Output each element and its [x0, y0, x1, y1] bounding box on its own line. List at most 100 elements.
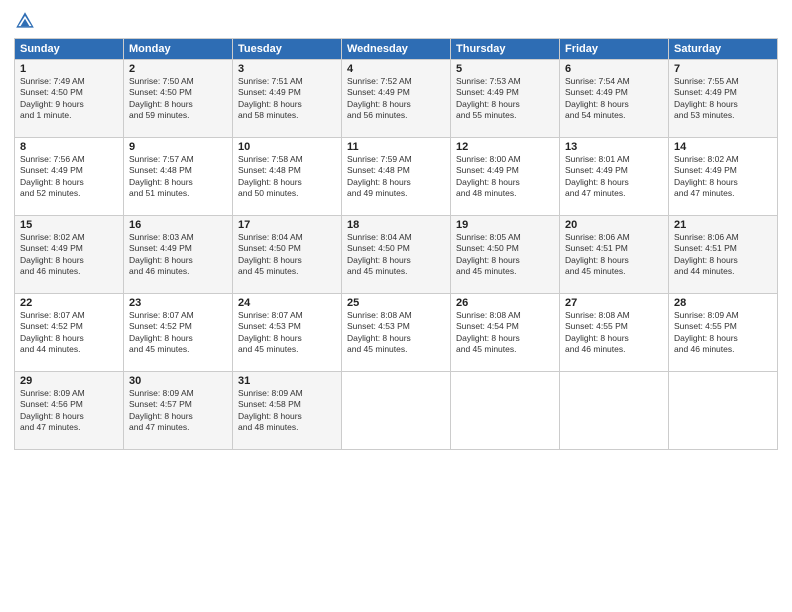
day-info: Sunrise: 8:06 AM Sunset: 4:51 PM Dayligh… [565, 232, 663, 278]
day-number: 14 [674, 141, 772, 153]
day-cell: 22Sunrise: 8:07 AM Sunset: 4:52 PM Dayli… [15, 294, 124, 372]
day-cell: 16Sunrise: 8:03 AM Sunset: 4:49 PM Dayli… [124, 216, 233, 294]
header [14, 10, 778, 32]
day-cell [669, 372, 778, 450]
calendar-table: SundayMondayTuesdayWednesdayThursdayFrid… [14, 38, 778, 450]
day-info: Sunrise: 7:52 AM Sunset: 4:49 PM Dayligh… [347, 76, 445, 122]
day-cell: 31Sunrise: 8:09 AM Sunset: 4:58 PM Dayli… [233, 372, 342, 450]
day-number: 27 [565, 297, 663, 309]
day-number: 19 [456, 219, 554, 231]
page-container: SundayMondayTuesdayWednesdayThursdayFrid… [0, 0, 792, 612]
day-info: Sunrise: 7:54 AM Sunset: 4:49 PM Dayligh… [565, 76, 663, 122]
day-number: 10 [238, 141, 336, 153]
day-info: Sunrise: 7:59 AM Sunset: 4:48 PM Dayligh… [347, 154, 445, 200]
col-header-thursday: Thursday [451, 39, 560, 60]
day-number: 21 [674, 219, 772, 231]
day-cell: 21Sunrise: 8:06 AM Sunset: 4:51 PM Dayli… [669, 216, 778, 294]
day-cell: 4Sunrise: 7:52 AM Sunset: 4:49 PM Daylig… [342, 60, 451, 138]
day-cell: 15Sunrise: 8:02 AM Sunset: 4:49 PM Dayli… [15, 216, 124, 294]
day-cell: 11Sunrise: 7:59 AM Sunset: 4:48 PM Dayli… [342, 138, 451, 216]
day-cell [560, 372, 669, 450]
day-info: Sunrise: 8:07 AM Sunset: 4:53 PM Dayligh… [238, 310, 336, 356]
day-cell: 23Sunrise: 8:07 AM Sunset: 4:52 PM Dayli… [124, 294, 233, 372]
day-number: 8 [20, 141, 118, 153]
day-cell: 27Sunrise: 8:08 AM Sunset: 4:55 PM Dayli… [560, 294, 669, 372]
day-info: Sunrise: 8:07 AM Sunset: 4:52 PM Dayligh… [20, 310, 118, 356]
day-info: Sunrise: 8:02 AM Sunset: 4:49 PM Dayligh… [674, 154, 772, 200]
day-info: Sunrise: 8:08 AM Sunset: 4:53 PM Dayligh… [347, 310, 445, 356]
day-number: 23 [129, 297, 227, 309]
col-header-saturday: Saturday [669, 39, 778, 60]
week-row-3: 15Sunrise: 8:02 AM Sunset: 4:49 PM Dayli… [15, 216, 778, 294]
week-row-5: 29Sunrise: 8:09 AM Sunset: 4:56 PM Dayli… [15, 372, 778, 450]
day-number: 4 [347, 63, 445, 75]
day-cell: 18Sunrise: 8:04 AM Sunset: 4:50 PM Dayli… [342, 216, 451, 294]
day-number: 2 [129, 63, 227, 75]
day-number: 5 [456, 63, 554, 75]
day-info: Sunrise: 7:53 AM Sunset: 4:49 PM Dayligh… [456, 76, 554, 122]
day-cell: 7Sunrise: 7:55 AM Sunset: 4:49 PM Daylig… [669, 60, 778, 138]
week-row-4: 22Sunrise: 8:07 AM Sunset: 4:52 PM Dayli… [15, 294, 778, 372]
day-number: 26 [456, 297, 554, 309]
day-cell: 20Sunrise: 8:06 AM Sunset: 4:51 PM Dayli… [560, 216, 669, 294]
day-cell [451, 372, 560, 450]
day-info: Sunrise: 8:08 AM Sunset: 4:55 PM Dayligh… [565, 310, 663, 356]
day-number: 6 [565, 63, 663, 75]
day-number: 29 [20, 375, 118, 387]
col-header-sunday: Sunday [15, 39, 124, 60]
day-info: Sunrise: 7:51 AM Sunset: 4:49 PM Dayligh… [238, 76, 336, 122]
day-number: 9 [129, 141, 227, 153]
logo-icon [14, 10, 36, 32]
day-number: 30 [129, 375, 227, 387]
day-info: Sunrise: 8:09 AM Sunset: 4:57 PM Dayligh… [129, 388, 227, 434]
day-number: 13 [565, 141, 663, 153]
day-info: Sunrise: 8:09 AM Sunset: 4:58 PM Dayligh… [238, 388, 336, 434]
day-info: Sunrise: 8:07 AM Sunset: 4:52 PM Dayligh… [129, 310, 227, 356]
day-number: 15 [20, 219, 118, 231]
day-info: Sunrise: 8:06 AM Sunset: 4:51 PM Dayligh… [674, 232, 772, 278]
day-cell: 19Sunrise: 8:05 AM Sunset: 4:50 PM Dayli… [451, 216, 560, 294]
day-number: 3 [238, 63, 336, 75]
day-cell: 12Sunrise: 8:00 AM Sunset: 4:49 PM Dayli… [451, 138, 560, 216]
day-number: 31 [238, 375, 336, 387]
day-number: 25 [347, 297, 445, 309]
day-cell: 28Sunrise: 8:09 AM Sunset: 4:55 PM Dayli… [669, 294, 778, 372]
day-number: 28 [674, 297, 772, 309]
day-info: Sunrise: 8:04 AM Sunset: 4:50 PM Dayligh… [238, 232, 336, 278]
col-header-friday: Friday [560, 39, 669, 60]
day-cell [342, 372, 451, 450]
day-info: Sunrise: 7:56 AM Sunset: 4:49 PM Dayligh… [20, 154, 118, 200]
day-info: Sunrise: 8:02 AM Sunset: 4:49 PM Dayligh… [20, 232, 118, 278]
day-info: Sunrise: 7:55 AM Sunset: 4:49 PM Dayligh… [674, 76, 772, 122]
day-cell: 6Sunrise: 7:54 AM Sunset: 4:49 PM Daylig… [560, 60, 669, 138]
col-header-tuesday: Tuesday [233, 39, 342, 60]
day-info: Sunrise: 8:05 AM Sunset: 4:50 PM Dayligh… [456, 232, 554, 278]
day-cell: 17Sunrise: 8:04 AM Sunset: 4:50 PM Dayli… [233, 216, 342, 294]
week-row-2: 8Sunrise: 7:56 AM Sunset: 4:49 PM Daylig… [15, 138, 778, 216]
day-info: Sunrise: 8:00 AM Sunset: 4:49 PM Dayligh… [456, 154, 554, 200]
day-number: 20 [565, 219, 663, 231]
day-cell: 8Sunrise: 7:56 AM Sunset: 4:49 PM Daylig… [15, 138, 124, 216]
day-number: 1 [20, 63, 118, 75]
col-header-wednesday: Wednesday [342, 39, 451, 60]
week-row-1: 1Sunrise: 7:49 AM Sunset: 4:50 PM Daylig… [15, 60, 778, 138]
day-cell: 2Sunrise: 7:50 AM Sunset: 4:50 PM Daylig… [124, 60, 233, 138]
day-cell: 14Sunrise: 8:02 AM Sunset: 4:49 PM Dayli… [669, 138, 778, 216]
day-cell: 26Sunrise: 8:08 AM Sunset: 4:54 PM Dayli… [451, 294, 560, 372]
day-info: Sunrise: 7:58 AM Sunset: 4:48 PM Dayligh… [238, 154, 336, 200]
day-cell: 24Sunrise: 8:07 AM Sunset: 4:53 PM Dayli… [233, 294, 342, 372]
day-number: 16 [129, 219, 227, 231]
day-info: Sunrise: 7:49 AM Sunset: 4:50 PM Dayligh… [20, 76, 118, 122]
day-cell: 5Sunrise: 7:53 AM Sunset: 4:49 PM Daylig… [451, 60, 560, 138]
day-number: 17 [238, 219, 336, 231]
day-number: 12 [456, 141, 554, 153]
day-info: Sunrise: 7:50 AM Sunset: 4:50 PM Dayligh… [129, 76, 227, 122]
day-number: 24 [238, 297, 336, 309]
day-cell: 9Sunrise: 7:57 AM Sunset: 4:48 PM Daylig… [124, 138, 233, 216]
day-info: Sunrise: 8:09 AM Sunset: 4:56 PM Dayligh… [20, 388, 118, 434]
day-number: 22 [20, 297, 118, 309]
day-cell: 25Sunrise: 8:08 AM Sunset: 4:53 PM Dayli… [342, 294, 451, 372]
day-number: 7 [674, 63, 772, 75]
day-info: Sunrise: 8:04 AM Sunset: 4:50 PM Dayligh… [347, 232, 445, 278]
col-header-monday: Monday [124, 39, 233, 60]
